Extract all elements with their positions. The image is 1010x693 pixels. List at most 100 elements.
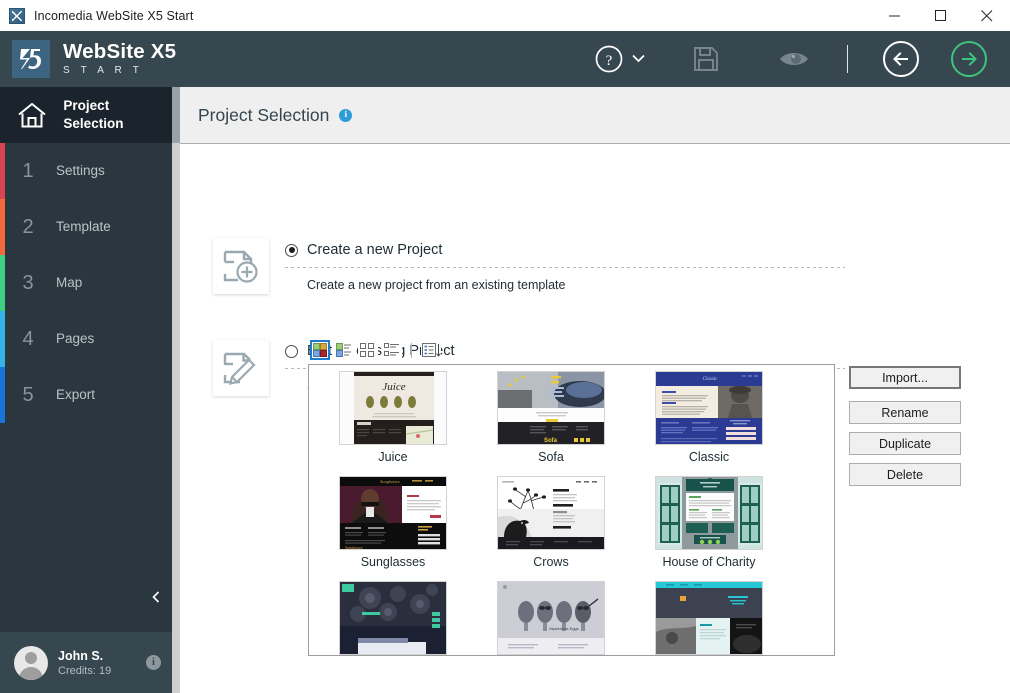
svg-text:Classic: Classic (703, 377, 719, 382)
project-grid: Juice Juice Sofa Sofa Classic Classic Su… (309, 371, 834, 655)
duplicate-button[interactable]: Duplicate (849, 432, 961, 455)
avatar (14, 645, 48, 680)
window-title: Incomedia WebSite X5 Start (34, 8, 194, 23)
import-button[interactable]: Import... (849, 366, 961, 389)
divider (285, 267, 845, 268)
app-header: WebSite X5 S T A R T ? (0, 31, 1010, 87)
view-thumbnails-button[interactable] (310, 340, 330, 360)
view-details-sort-button[interactable] (421, 340, 441, 360)
toolbar-divider (847, 45, 848, 73)
user-info-icon[interactable]: i (146, 655, 161, 670)
user-meta: John S. Credits: 19 (58, 649, 111, 677)
minimize-button[interactable] (872, 0, 918, 31)
project-item-juice[interactable]: Juice Juice (319, 371, 467, 464)
edit-document-pencil-icon (213, 340, 269, 396)
info-icon[interactable]: i (339, 108, 353, 122)
sidebar-item-number: 5 (22, 383, 34, 406)
sidebar-item-project-selection[interactable]: Project Selection (0, 87, 172, 143)
option-create-description: Create a new project from an existing te… (307, 278, 566, 292)
svg-text:?: ? (606, 53, 613, 69)
svg-text:Juice: Juice (382, 381, 405, 393)
view-icons-button[interactable] (358, 340, 378, 360)
accent-bar (0, 255, 5, 311)
home-icon (0, 102, 63, 129)
user-panel[interactable]: John S. Credits: 19 i (0, 632, 172, 693)
radio-line-create[interactable]: Create a new Project (285, 242, 845, 258)
svg-text:Sofa: Sofa (544, 438, 558, 444)
save-button[interactable] (689, 31, 723, 87)
sidebar-item-label: Settings (56, 163, 105, 179)
project-item-classic[interactable]: Classic Classic (635, 371, 783, 464)
preview-eye-icon[interactable] (775, 31, 813, 87)
project-thumbnail[interactable]: Juice (339, 371, 447, 445)
sidebar-item-label: Project Selection (63, 98, 124, 131)
radio-create-new-project[interactable] (285, 243, 298, 257)
sidebar-item-number: 3 (22, 271, 34, 294)
rename-button[interactable]: Rename (849, 401, 961, 424)
project-thumbnail[interactable]: Mysterious Eggs (497, 581, 605, 655)
delete-button[interactable]: Delete (849, 463, 961, 486)
accent-bar (0, 311, 5, 367)
option-create-label: Create a new Project (307, 242, 443, 258)
sidebar-item-label: Export (56, 387, 96, 403)
sidebar-scrollbar-thumb[interactable] (172, 87, 180, 143)
project-thumbnail[interactable]: Sunglasses Sunglasses (339, 476, 447, 550)
back-button[interactable] (878, 31, 924, 87)
accent-bar (0, 199, 5, 255)
page-header: Project Selection i (180, 87, 1010, 144)
sidebar-collapse-button[interactable] (0, 587, 172, 611)
maximize-button[interactable] (918, 0, 964, 31)
project-thumbnail[interactable] (655, 581, 763, 655)
header-toolbar: ? (590, 31, 1010, 87)
project-name: Classic (688, 450, 730, 464)
sidebar-item-template[interactable]: 2 Template (0, 199, 172, 255)
project-thumbnail[interactable]: Sofa (497, 371, 605, 445)
project-thumbnail[interactable] (497, 476, 605, 550)
close-button[interactable] (964, 0, 1010, 31)
user-credits: Credits: 19 (58, 664, 112, 677)
view-mode-toolbar (310, 340, 441, 360)
sidebar-item-export[interactable]: 5 Export (0, 367, 172, 423)
next-button[interactable] (946, 31, 992, 87)
project-name: Juice (378, 450, 408, 464)
view-toolbar-divider (411, 342, 412, 358)
project-item-row3-1[interactable] (319, 581, 467, 655)
chevron-down-icon[interactable] (632, 50, 645, 68)
project-item-row3-3[interactable] (635, 581, 783, 655)
sidebar: Project Selection 1 Settings 2 Template … (0, 87, 172, 693)
project-item-sofa[interactable]: Sofa Sofa (477, 371, 625, 464)
sidebar-item-label: Pages (56, 331, 95, 347)
sidebar-item-number: 1 (22, 159, 34, 182)
view-tiles-button[interactable] (334, 340, 354, 360)
sidebar-scrollbar[interactable] (172, 87, 180, 693)
project-name: House of Charity (662, 555, 756, 569)
help-button[interactable]: ? (590, 31, 649, 87)
project-name: Crows (533, 555, 569, 569)
window-controls (872, 0, 1010, 31)
project-thumbnail[interactable] (339, 581, 447, 655)
view-list-button[interactable] (382, 340, 402, 360)
sidebar-item-number: 4 (22, 327, 34, 350)
svg-text:Mysterious Eggs: Mysterious Eggs (549, 626, 579, 631)
svg-text:Sunglasses: Sunglasses (345, 545, 363, 550)
sidebar-item-map[interactable]: 3 Map (0, 255, 172, 311)
radio-edit-existing-project[interactable] (285, 344, 298, 358)
sidebar-item-number: 2 (22, 215, 34, 238)
project-list-panel[interactable]: Juice Juice Sofa Sofa Classic Classic Su… (308, 364, 835, 656)
accent-bar (0, 367, 5, 423)
svg-text:Sunglasses: Sunglasses (380, 479, 400, 484)
sidebar-item-pages[interactable]: 4 Pages (0, 311, 172, 367)
project-item-crows[interactable]: Crows (477, 476, 625, 569)
chevron-left-icon (152, 590, 160, 608)
project-thumbnail[interactable]: Classic (655, 371, 763, 445)
application-window: Incomedia WebSite X5 Start WebSite X5 S … (0, 0, 1010, 693)
project-item-row3-2[interactable]: Mysterious Eggs (477, 581, 625, 655)
project-thumbnail[interactable] (655, 476, 763, 550)
project-item-house-of-charity[interactable]: House of Charity (635, 476, 783, 569)
new-document-plus-icon (213, 238, 269, 294)
option-create-new-project[interactable]: Create a new Project Create a new projec… (285, 242, 845, 292)
project-item-sunglasses[interactable]: Sunglasses Sunglasses Sunglasses (319, 476, 467, 569)
user-name: John S. (58, 648, 104, 663)
page-title: Project Selection (198, 104, 330, 125)
sidebar-item-settings[interactable]: 1 Settings (0, 143, 172, 199)
